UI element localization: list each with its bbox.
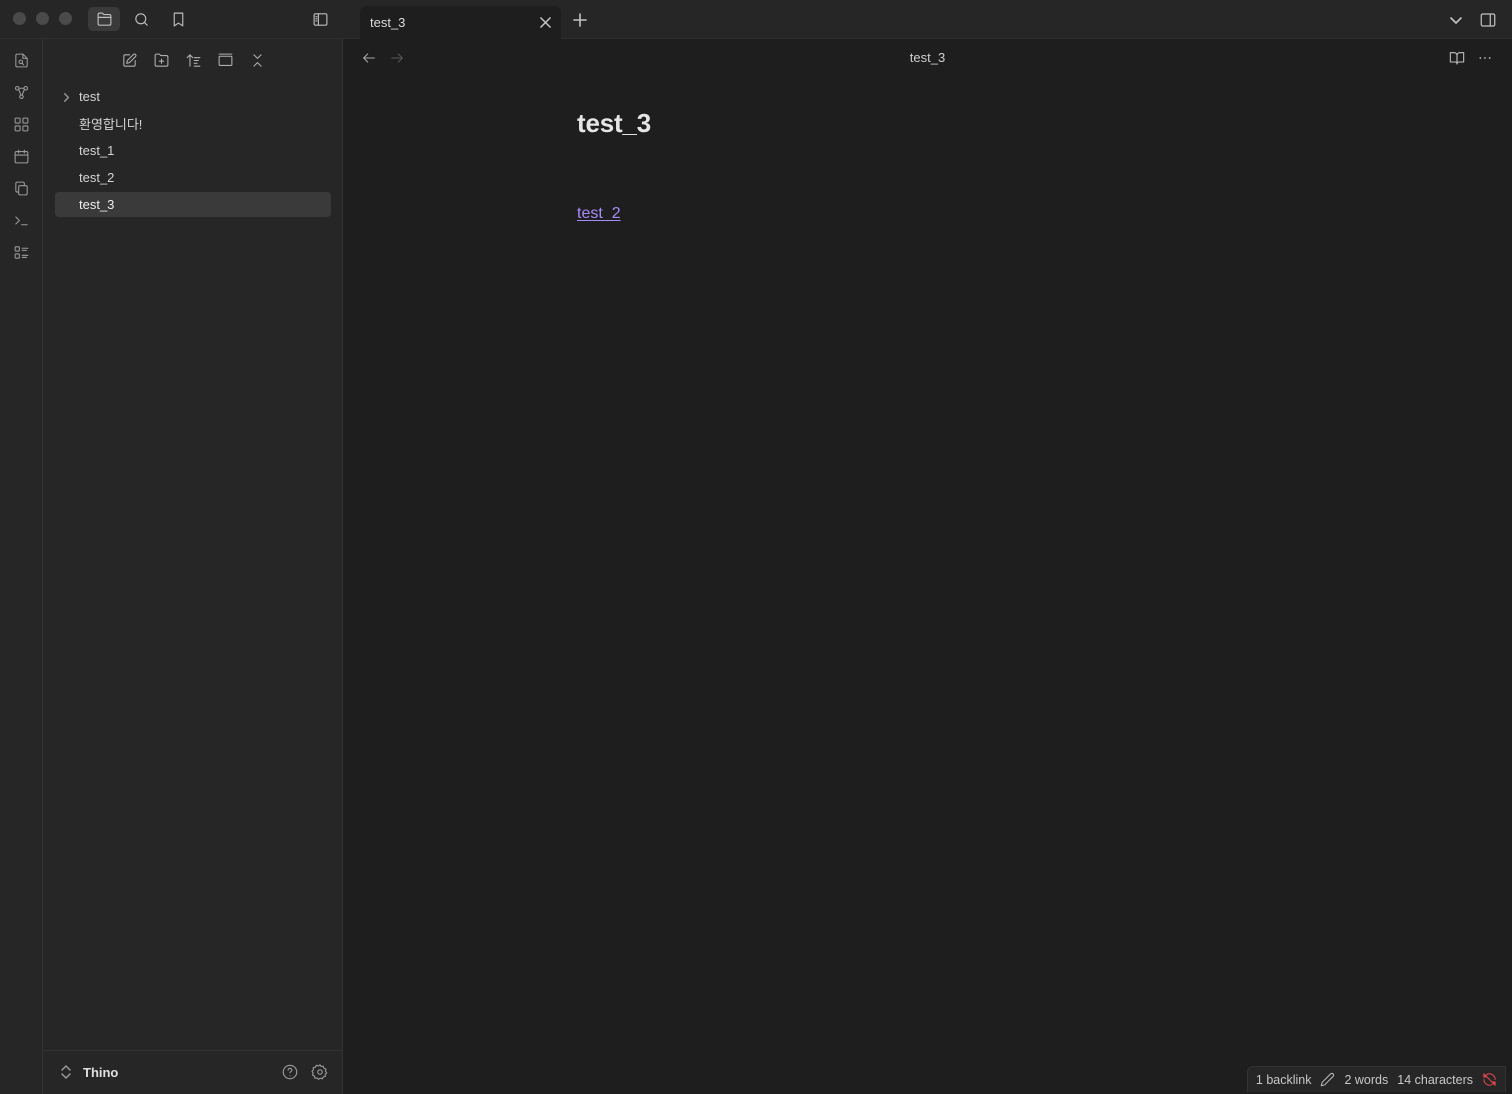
left-ribbon bbox=[0, 39, 43, 1094]
tab-close-button[interactable] bbox=[537, 14, 553, 30]
collapse-icon bbox=[218, 53, 232, 66]
app-window: test 환영합니다! test_1 test_2 test_3 Thino t… bbox=[0, 0, 1512, 1094]
file-tree: test 환영합니다! test_1 test_2 test_3 bbox=[55, 84, 331, 219]
pencil-icon bbox=[1321, 1072, 1335, 1087]
ribbon-templates-button[interactable] bbox=[11, 178, 31, 198]
file-search-icon bbox=[14, 53, 28, 67]
bookmarks-tab-button[interactable] bbox=[162, 7, 194, 31]
window-minimize-button[interactable] bbox=[36, 12, 49, 25]
sort-icon bbox=[186, 53, 200, 67]
reading-view-button[interactable] bbox=[1447, 48, 1467, 68]
chevrons-up-down-icon bbox=[61, 1065, 71, 1079]
status-bar: 1 backlink 2 words 14 characters bbox=[1246, 1066, 1506, 1092]
new-tab-button[interactable] bbox=[571, 11, 589, 29]
file-explorer-actions bbox=[43, 49, 343, 71]
calendar-icon bbox=[14, 149, 28, 163]
tree-folder-test[interactable]: test bbox=[55, 84, 331, 109]
settings-button[interactable] bbox=[311, 1063, 329, 1081]
blocks-icon bbox=[14, 117, 28, 131]
list-checks-icon bbox=[14, 245, 28, 259]
view-header-title[interactable]: test_3 bbox=[343, 50, 1512, 65]
gear-icon bbox=[311, 1064, 328, 1080]
help-icon bbox=[282, 1064, 298, 1080]
ribbon-daily-note-button[interactable] bbox=[11, 146, 31, 166]
ribbon-graph-button[interactable] bbox=[11, 82, 31, 102]
character-count: 14 characters bbox=[1397, 1072, 1473, 1087]
tree-file-test-1[interactable]: test_1 bbox=[55, 138, 331, 163]
sync-off-icon bbox=[1483, 1073, 1496, 1086]
sidebar-left-icon bbox=[313, 12, 327, 26]
bookmark-icon bbox=[173, 12, 183, 26]
ribbon-command-palette-button[interactable] bbox=[11, 210, 31, 230]
copy-icon bbox=[14, 181, 28, 195]
sidebar-right-icon bbox=[1480, 13, 1496, 27]
file-explorer: test 환영합니다! test_1 test_2 test_3 Thino bbox=[43, 39, 343, 1094]
tree-file-test-2[interactable]: test_2 bbox=[55, 165, 331, 190]
vault-switcher-button[interactable] bbox=[59, 1064, 73, 1080]
book-open-icon bbox=[1449, 52, 1465, 65]
ribbon-quick-switch-button[interactable] bbox=[11, 50, 31, 70]
window-maximize-button[interactable] bbox=[59, 12, 72, 25]
more-horizontal-icon bbox=[1479, 57, 1491, 59]
tree-item-label: test_3 bbox=[79, 197, 115, 212]
search-icon bbox=[134, 12, 148, 26]
backlink-count[interactable]: 1 backlink bbox=[1256, 1073, 1312, 1087]
tree-item-label: 환영합니다! bbox=[79, 117, 143, 132]
ribbon-thino-button[interactable] bbox=[11, 242, 31, 262]
sidebar-titlebar bbox=[0, 0, 343, 39]
plus-icon bbox=[573, 13, 587, 27]
view-header: test_3 bbox=[343, 39, 1512, 77]
word-count: 2 words bbox=[1344, 1072, 1389, 1087]
files-tab-button[interactable] bbox=[88, 7, 120, 31]
tree-file-welcome[interactable]: 환영합니다! bbox=[55, 111, 331, 136]
terminal-icon bbox=[14, 215, 28, 225]
new-note-button[interactable] bbox=[118, 49, 140, 71]
chevron-down-icon bbox=[1450, 17, 1462, 24]
tab-bar: test_3 bbox=[343, 0, 1512, 39]
more-options-button[interactable] bbox=[1475, 48, 1495, 68]
sync-status-button[interactable] bbox=[1482, 1072, 1497, 1087]
search-tab-button[interactable] bbox=[125, 7, 157, 31]
close-icon bbox=[539, 16, 551, 28]
tree-item-label: test bbox=[79, 89, 100, 104]
note-title: test_3 bbox=[577, 108, 651, 138]
tree-file-test-3[interactable]: test_3 bbox=[55, 192, 331, 217]
folder-icon bbox=[97, 12, 111, 26]
chevron-right-icon bbox=[61, 91, 72, 102]
sort-button[interactable] bbox=[182, 49, 204, 71]
toggle-left-sidebar-button[interactable] bbox=[304, 7, 336, 31]
new-folder-button[interactable] bbox=[150, 49, 172, 71]
graph-icon bbox=[14, 85, 28, 99]
tab-test-3[interactable]: test_3 bbox=[360, 6, 561, 39]
note-content[interactable]: test_3 test_2 bbox=[577, 108, 1277, 222]
help-button[interactable] bbox=[281, 1063, 299, 1081]
vault-profile-bar: Thino bbox=[43, 1050, 343, 1094]
tab-list-button[interactable] bbox=[1446, 10, 1466, 30]
new-note-icon bbox=[122, 53, 136, 67]
ribbon-canvas-button[interactable] bbox=[11, 114, 31, 134]
window-close-button[interactable] bbox=[13, 12, 26, 25]
vault-name[interactable]: Thino bbox=[83, 1065, 118, 1080]
internal-link[interactable]: test_2 bbox=[577, 205, 621, 223]
tree-item-label: test_1 bbox=[79, 143, 115, 158]
toggle-right-sidebar-button[interactable] bbox=[1478, 10, 1498, 30]
collapse-all-icon bbox=[252, 53, 262, 67]
new-folder-icon bbox=[154, 53, 168, 67]
tab-title: test_3 bbox=[370, 15, 406, 30]
collapse-all-button[interactable] bbox=[246, 49, 268, 71]
auto-reveal-button[interactable] bbox=[214, 49, 236, 71]
tree-item-label: test_2 bbox=[79, 170, 115, 185]
editing-mode-button[interactable] bbox=[1320, 1072, 1335, 1087]
